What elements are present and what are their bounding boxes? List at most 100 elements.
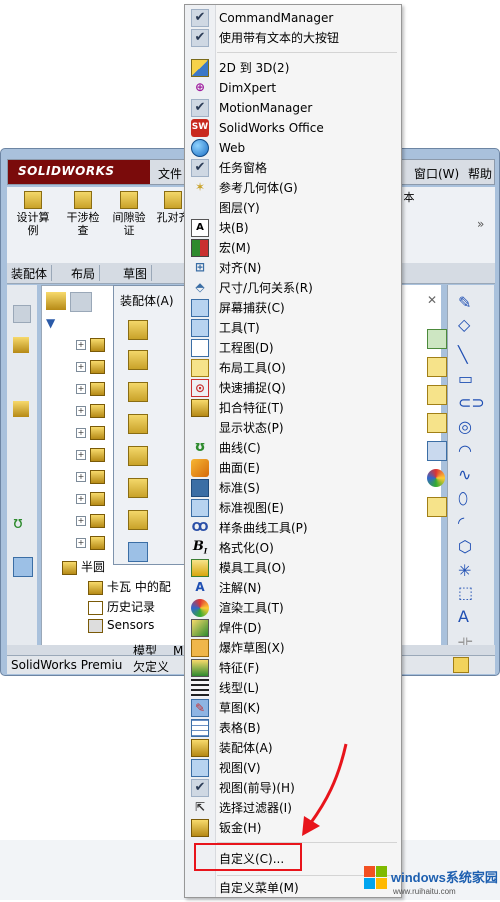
point-icon[interactable]: ✳ <box>458 563 474 579</box>
menu-item-render-tools[interactable]: 渲染工具(T) <box>185 598 401 618</box>
menu-item-format[interactable]: BI 格式化(O) <box>185 538 401 558</box>
expand-icon[interactable]: + <box>76 384 86 394</box>
insert-component-icon[interactable] <box>128 320 148 340</box>
smart-fasteners-icon[interactable] <box>128 414 148 434</box>
menu-item-fastening-feature[interactable]: 扣合特征(T) <box>185 398 401 418</box>
view-orientation-icon[interactable] <box>427 329 447 349</box>
solidworks-logo[interactable]: SOLIDWORKS <box>8 160 150 184</box>
toolbar-item-partial[interactable]: 本 <box>399 191 419 204</box>
menu-item-tools[interactable]: 工具(T) <box>185 318 401 338</box>
view-palette-icon[interactable] <box>427 441 447 461</box>
expand-icon[interactable]: + <box>76 516 86 526</box>
toolbar-overflow-icon[interactable]: » <box>477 217 484 231</box>
clearance-verify-button[interactable]: 间隙验证 <box>109 191 149 237</box>
expand-icon[interactable]: + <box>76 406 86 416</box>
centerline-icon[interactable]: ⬚ <box>458 585 474 601</box>
explode-icon[interactable] <box>128 446 148 466</box>
menu-item-reference-geometry[interactable]: ✶ 参考几何体(G) <box>185 178 401 198</box>
smart-dimension-icon[interactable]: ◇ <box>458 317 474 333</box>
tree-item[interactable]: Sensors <box>88 618 154 633</box>
menu-item-sketch[interactable]: ✎ 草图(K) <box>185 698 401 718</box>
expand-icon[interactable]: + <box>76 538 86 548</box>
tree-item[interactable]: 历史记录 <box>88 598 155 615</box>
move-component-icon[interactable] <box>13 401 29 417</box>
tab-layout[interactable]: 布局 <box>67 265 101 281</box>
expand-icon[interactable]: + <box>76 340 86 350</box>
tag-icon[interactable] <box>453 657 469 673</box>
menu-item-block[interactable]: A 块(B) <box>185 218 401 238</box>
menu-item-table[interactable]: 表格(B) <box>185 718 401 738</box>
mate-icon[interactable] <box>128 350 148 370</box>
menu-item-weldment[interactable]: 焊件(D) <box>185 618 401 638</box>
menu-item-annotation[interactable]: A 注解(N) <box>185 578 401 598</box>
menu-item-line-format[interactable]: 线型(L) <box>185 678 401 698</box>
curve-icon[interactable]: ʊ <box>13 515 29 531</box>
fillet-icon[interactable]: ◜ <box>458 515 474 531</box>
ellipse-icon[interactable]: ⬯ <box>458 491 474 507</box>
circle-icon[interactable]: ◎ <box>458 419 474 435</box>
menu-file[interactable]: 文件 <box>158 165 182 182</box>
menu-item-layout-tools[interactable]: 布局工具(O) <box>185 358 401 378</box>
folder-icon[interactable] <box>427 413 447 433</box>
menu-item-display-state[interactable]: 显示状态(P) <box>185 418 401 438</box>
expand-icon[interactable]: + <box>76 472 86 482</box>
appearance-icon[interactable] <box>427 469 445 487</box>
menu-item-dimensions-relations[interactable]: ⬘ 尺寸/几何关系(R) <box>185 278 401 298</box>
text-icon[interactable]: A <box>458 609 474 625</box>
menu-item-surfaces[interactable]: 曲面(E) <box>185 458 401 478</box>
menu-item-task-pane[interactable]: ✔ 任务窗格 <box>185 158 401 178</box>
menu-item-align[interactable]: ⊞ 对齐(N) <box>185 258 401 278</box>
menu-item-features[interactable]: 特征(F) <box>185 658 401 678</box>
menu-item-dimxpert[interactable]: ⊕ DimXpert <box>185 78 401 98</box>
design-study-button[interactable]: 设计算例 <box>13 191 53 237</box>
expand-icon[interactable]: + <box>76 428 86 438</box>
move-component-icon[interactable] <box>128 382 148 402</box>
menu-item-commandmanager[interactable]: ✔ CommandManager <box>185 8 401 28</box>
close-icon[interactable]: ✕ <box>427 293 437 307</box>
menu-item-curves[interactable]: ʊ 曲线(C) <box>185 438 401 458</box>
menu-help[interactable]: 帮助 <box>468 165 492 182</box>
pattern-icon[interactable] <box>128 510 148 530</box>
expand-icon[interactable]: + <box>76 450 86 460</box>
interference-check-button[interactable]: 干涉检查 <box>63 191 103 237</box>
filter-icon[interactable]: ▼ <box>46 316 55 330</box>
property-manager-tab-icon[interactable] <box>70 292 92 312</box>
tab-assembly[interactable]: 装配体 <box>7 265 53 281</box>
menu-item-2d-to-3d[interactable]: 2D 到 3D(2) <box>185 58 401 78</box>
line-icon[interactable]: ╲ <box>458 347 474 363</box>
view-icon[interactable] <box>128 542 148 562</box>
menu-item-macro[interactable]: 宏(M) <box>185 238 401 258</box>
menu-item-drawing[interactable]: 工程图(D) <box>185 338 401 358</box>
menu-item-motionmanager[interactable]: ✔ MotionManager <box>185 98 401 118</box>
view-icon[interactable] <box>13 557 33 577</box>
menu-item-spline-tools[interactable]: Ꝏ 样条曲线工具(P) <box>185 518 401 538</box>
expand-icon[interactable]: + <box>76 494 86 504</box>
menu-item-web[interactable]: Web <box>185 138 401 158</box>
slot-icon[interactable]: ⊂⊃ <box>458 395 485 411</box>
tree-item[interactable]: 半圆 <box>62 558 105 575</box>
menu-window[interactable]: 窗口(W) <box>414 165 459 182</box>
custom-properties-icon[interactable] <box>427 497 447 517</box>
chart-icon[interactable] <box>427 385 447 405</box>
insert-component-icon[interactable] <box>13 305 31 323</box>
feature-manager-tab-icon[interactable] <box>46 292 66 310</box>
menu-item-standard[interactable]: 标准(S) <box>185 478 401 498</box>
rectangle-icon[interactable]: ▭ <box>458 371 474 387</box>
reference-icon[interactable] <box>128 478 148 498</box>
polygon-icon[interactable]: ⬡ <box>458 539 474 555</box>
menu-item-screen-capture[interactable]: 屏幕捕获(C) <box>185 298 401 318</box>
sketch-icon[interactable]: ✎ <box>458 295 474 311</box>
menu-item-layer[interactable]: 图层(Y) <box>185 198 401 218</box>
menu-item-mold-tools[interactable]: 模具工具(O) <box>185 558 401 578</box>
mate-icon[interactable] <box>13 337 29 353</box>
menu-item-explode-sketch[interactable]: 爆炸草图(X) <box>185 638 401 658</box>
menu-item-large-buttons[interactable]: ✔ 使用带有文本的大按钮 <box>185 28 401 48</box>
home-icon[interactable] <box>427 357 447 377</box>
tree-item[interactable]: 卡瓦 中的配 <box>88 578 171 595</box>
menu-item-solidworks-office[interactable]: SW SolidWorks Office <box>185 118 401 138</box>
menu-item-standard-views[interactable]: 标准视图(E) <box>185 498 401 518</box>
spline-icon[interactable]: ∿ <box>458 467 474 483</box>
arc-icon[interactable]: ◠ <box>458 443 474 459</box>
menu-item-quick-snap[interactable]: ⊙ 快速捕捉(Q) <box>185 378 401 398</box>
expand-icon[interactable]: + <box>76 362 86 372</box>
